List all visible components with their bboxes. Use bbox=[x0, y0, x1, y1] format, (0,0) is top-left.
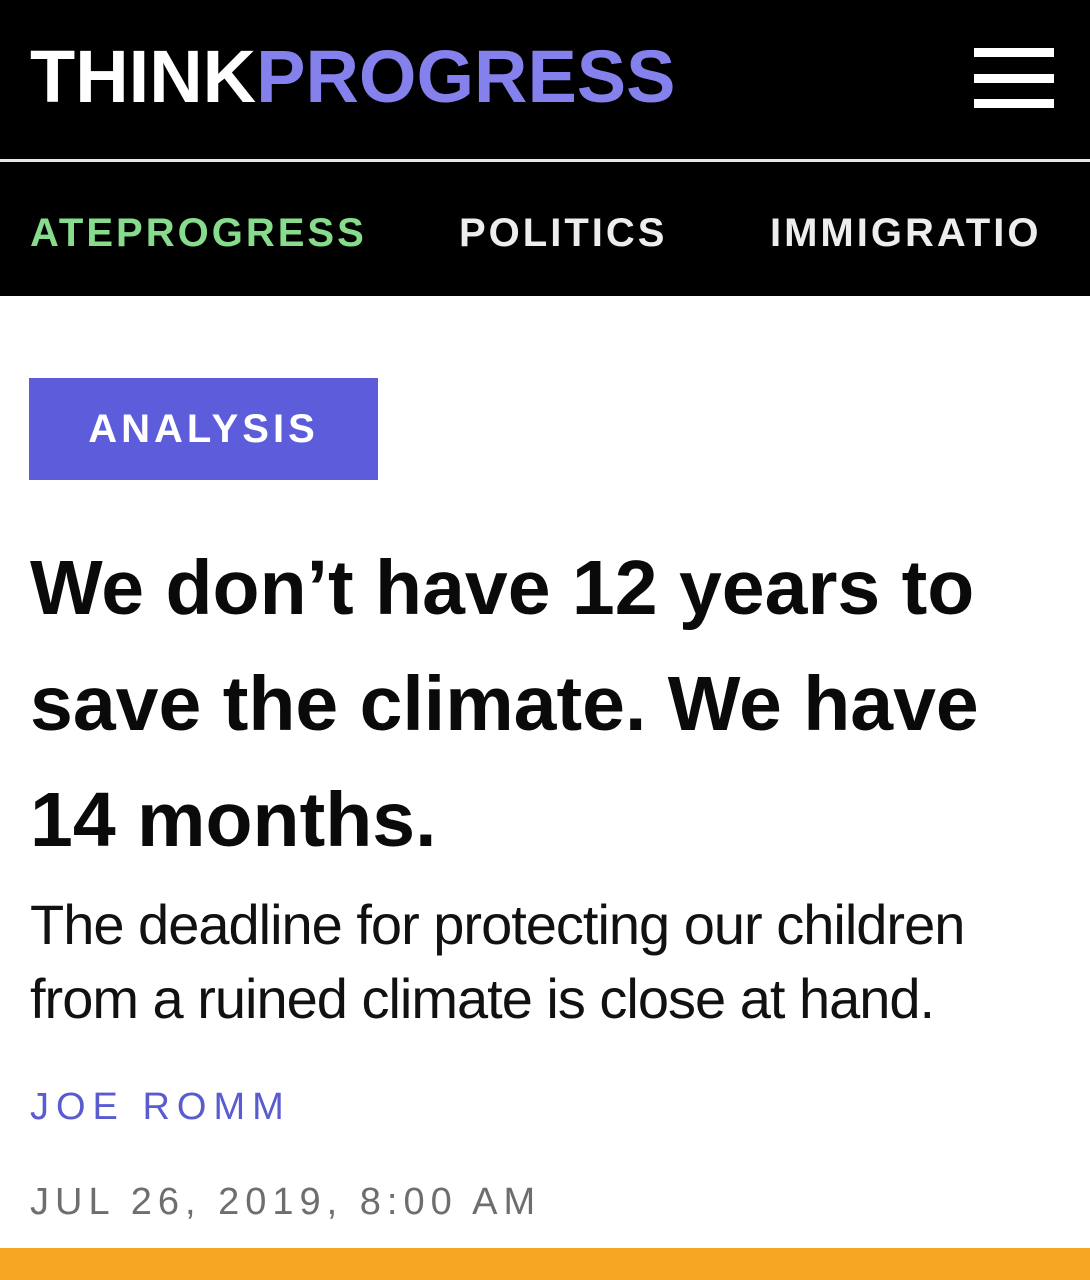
bottom-accent-bar bbox=[0, 1248, 1090, 1280]
site-header: THINKPROGRESS bbox=[0, 0, 1090, 160]
hamburger-menu-icon[interactable] bbox=[974, 48, 1054, 108]
article-subheadline: The deadline for protecting our children… bbox=[30, 893, 965, 1030]
logo-progress-text: PROGRESS bbox=[256, 35, 676, 118]
nav-item-climateprogress[interactable]: ATEPROGRESS bbox=[30, 210, 367, 256]
logo-think-text: THINK bbox=[30, 35, 257, 118]
site-logo[interactable]: THINKPROGRESS bbox=[30, 32, 676, 122]
menu-line bbox=[974, 99, 1054, 108]
category-badge[interactable]: ANALYSIS bbox=[29, 378, 378, 480]
section-nav: ATEPROGRESS POLITICS IMMIGRATIO bbox=[0, 162, 1090, 296]
author-link[interactable]: JOE ROMM bbox=[30, 1086, 291, 1128]
nav-item-immigration[interactable]: IMMIGRATIO bbox=[770, 210, 1041, 256]
nav-item-politics[interactable]: POLITICS bbox=[459, 210, 667, 256]
category-label: ANALYSIS bbox=[88, 407, 319, 451]
menu-line bbox=[974, 74, 1054, 83]
publish-timestamp: JUL 26, 2019, 8:00 AM bbox=[30, 1181, 542, 1223]
article-headline: We don’t have 12 years to save the clima… bbox=[30, 545, 979, 863]
menu-line bbox=[974, 48, 1054, 57]
